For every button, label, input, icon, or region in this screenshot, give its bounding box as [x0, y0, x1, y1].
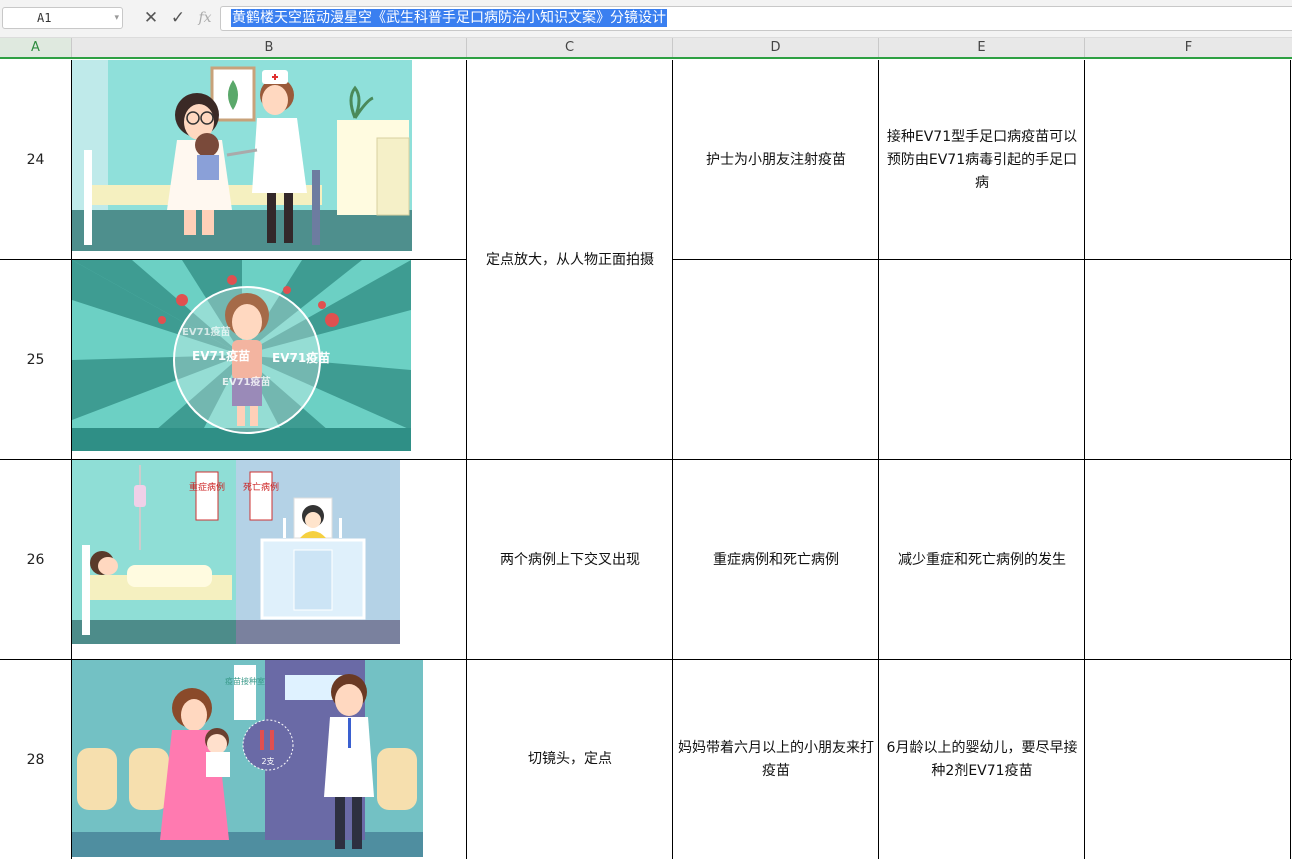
chevron-down-icon[interactable]: ▾: [114, 8, 119, 28]
cell-f25[interactable]: [1085, 260, 1292, 460]
cell-e26[interactable]: 减少重症和死亡病例的发生: [879, 460, 1085, 660]
death-case-sign: 死亡病例: [243, 481, 279, 493]
row-header-28[interactable]: 28: [0, 660, 71, 859]
vaccine-label-right: EV71疫苗: [272, 350, 330, 365]
dose-count-label: 2支: [261, 756, 274, 766]
column-header-c[interactable]: C: [467, 38, 673, 57]
cell-f26[interactable]: [1085, 460, 1292, 660]
insert-function-icon[interactable]: fx: [194, 7, 216, 29]
mother-child-vaccine-room-illustration[interactable]: 疫苗接种室 2支: [72, 660, 423, 857]
cell-e28[interactable]: 6月龄以上的婴幼儿，要尽早接种2剂EV71疫苗: [879, 660, 1085, 859]
column-header-a[interactable]: A: [0, 38, 72, 57]
name-box-value: A1: [37, 11, 52, 25]
cancel-icon[interactable]: ✕: [140, 7, 162, 29]
cell-c28[interactable]: 切镜头，定点: [467, 660, 673, 859]
vaccine-label-top: EV71疫苗: [182, 325, 231, 338]
cell-d28[interactable]: 妈妈带着六月以上的小朋友来打疫苗: [673, 660, 879, 859]
grid-line: [0, 659, 1292, 660]
cell-f24[interactable]: [1085, 60, 1292, 260]
cell-d24[interactable]: 护士为小朋友注射疫苗: [673, 60, 879, 260]
vaccine-label-center: EV71疫苗: [222, 375, 271, 388]
cell-d26[interactable]: 重症病例和死亡病例: [673, 460, 879, 660]
cell-c26[interactable]: 两个病例上下交叉出现: [467, 460, 673, 660]
column-header-d[interactable]: D: [673, 38, 879, 57]
sheet-grid: 24 25 26 28 EV71疫苗 EV71疫苗 EV71疫苗 EV71疫苗 …: [0, 60, 1292, 859]
row-header-26[interactable]: 26: [0, 460, 71, 660]
cell-e25[interactable]: [879, 260, 1085, 460]
nurse-vaccination-illustration[interactable]: [72, 60, 412, 251]
column-header-f[interactable]: F: [1085, 38, 1292, 57]
severe-case-sign: 重症病例: [189, 481, 225, 493]
cell-c24-merged[interactable]: 定点放大，从人物正面拍摄: [467, 60, 673, 460]
grid-line: [0, 459, 1292, 460]
name-box[interactable]: A1 ▾: [2, 7, 123, 29]
confirm-check-icon[interactable]: ✓: [167, 7, 189, 29]
cell-e24[interactable]: 接种EV71型手足口病疫苗可以预防由EV71病毒引起的手足口病: [879, 60, 1085, 260]
grid-line: [672, 259, 1292, 260]
cell-d25[interactable]: [673, 260, 879, 460]
row-header-25[interactable]: 25: [0, 260, 71, 460]
severe-and-death-cases-illustration[interactable]: 重症病例 死亡病例: [72, 460, 400, 644]
formula-content: 黄鹤楼天空蓝动漫星空《武生科普手足口病防治小知识文案》分镜设计: [231, 9, 667, 27]
cell-f28[interactable]: [1085, 660, 1292, 859]
grid-line: [0, 259, 466, 260]
formula-bar: A1 ▾ ✕ ✓ fx 黄鹤楼天空蓝动漫星空《武生科普手足口病防治小知识文案》分…: [0, 0, 1292, 38]
formula-input[interactable]: 黄鹤楼天空蓝动漫星空《武生科普手足口病防治小知识文案》分镜设计: [220, 6, 1292, 31]
vaccine-shield-illustration[interactable]: EV71疫苗 EV71疫苗 EV71疫苗 EV71疫苗: [72, 260, 411, 451]
column-header-bar: A B C D E F: [0, 38, 1292, 59]
row-header-24[interactable]: 24: [0, 60, 71, 260]
column-header-b[interactable]: B: [72, 38, 467, 57]
vaccine-room-sign: 疫苗接种室: [225, 676, 265, 686]
column-header-e[interactable]: E: [879, 38, 1085, 57]
vaccine-label-left: EV71疫苗: [192, 348, 250, 363]
